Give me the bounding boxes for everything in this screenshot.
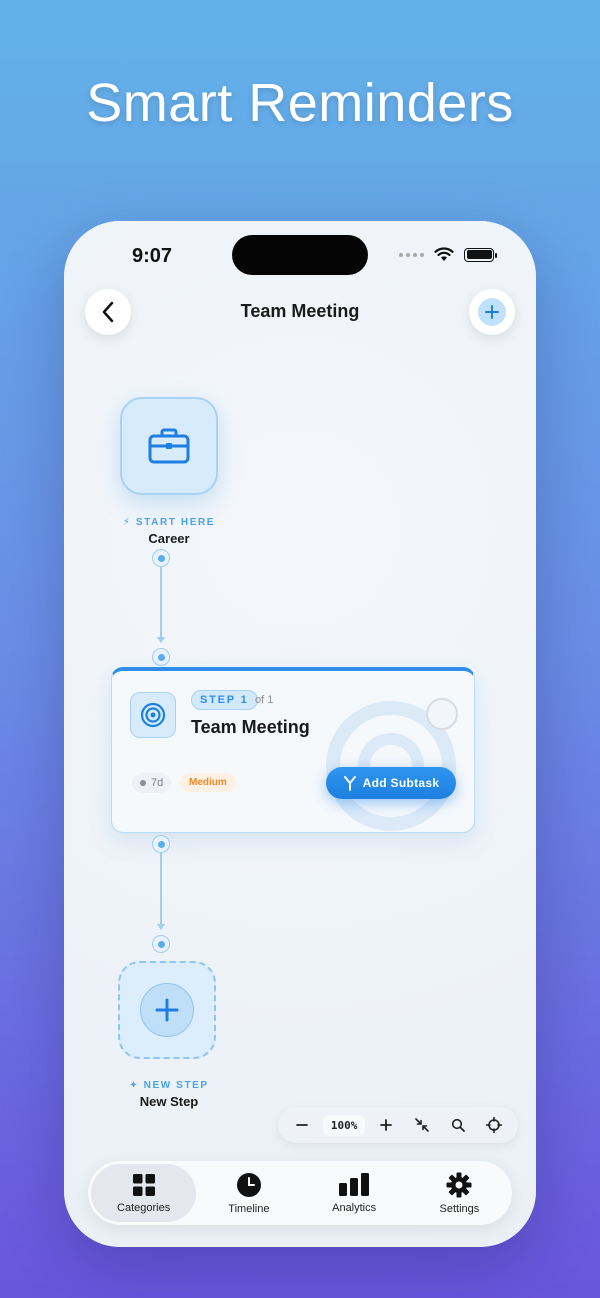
magnifier-icon bbox=[451, 1118, 465, 1132]
tab-timeline[interactable]: Timeline bbox=[196, 1164, 301, 1222]
zoom-level: 100% bbox=[322, 1114, 366, 1136]
add-button[interactable] bbox=[469, 289, 515, 335]
new-step-caption: ✦ NEW STEP New Step bbox=[64, 1080, 274, 1109]
zoom-in-button[interactable] bbox=[371, 1110, 401, 1140]
zoom-controls: 100% bbox=[278, 1107, 518, 1143]
connector-dot[interactable] bbox=[152, 648, 170, 666]
connector-arrow-icon bbox=[157, 924, 165, 930]
phone-frame: 9:07 Team Meeting ⚡ START HERE Career ST… bbox=[64, 221, 536, 1247]
collapse-arrows-icon bbox=[415, 1118, 429, 1132]
target-icon bbox=[140, 702, 166, 728]
add-subtask-label: Add Subtask bbox=[362, 776, 440, 790]
tab-bar: Categories Timeline Analytics Settings bbox=[88, 1161, 512, 1225]
tab-settings[interactable]: Settings bbox=[407, 1164, 512, 1222]
zoom-fit-button[interactable] bbox=[443, 1110, 473, 1140]
step-title: Team Meeting bbox=[191, 717, 310, 737]
tab-analytics[interactable]: Analytics bbox=[302, 1164, 407, 1222]
zoom-out-button[interactable] bbox=[287, 1110, 317, 1140]
connector-dot[interactable] bbox=[152, 935, 170, 953]
dynamic-island bbox=[232, 235, 368, 275]
sparkle-icon: ✦ bbox=[129, 1080, 140, 1091]
tab-categories[interactable]: Categories bbox=[91, 1164, 197, 1222]
step-icon bbox=[130, 692, 176, 738]
clock-icon bbox=[236, 1172, 261, 1197]
duration-chip: 7d bbox=[132, 773, 172, 793]
branch-icon bbox=[343, 776, 356, 791]
add-subtask-button[interactable]: Add Subtask bbox=[326, 767, 456, 799]
tab-label: Timeline bbox=[228, 1202, 270, 1215]
connector-dot[interactable] bbox=[152, 549, 170, 567]
dot-icon bbox=[140, 780, 146, 786]
tab-label: Analytics bbox=[332, 1201, 377, 1214]
status-time: 9:07 bbox=[132, 245, 173, 267]
plus-icon bbox=[485, 305, 499, 319]
plus-icon bbox=[155, 998, 179, 1022]
crosshair-icon bbox=[485, 1117, 502, 1133]
connector-line bbox=[160, 567, 162, 641]
wifi-icon bbox=[434, 247, 454, 261]
nav-bar: Team Meeting bbox=[64, 287, 536, 343]
connector-dot[interactable] bbox=[152, 835, 170, 853]
start-here-label: START HERE bbox=[135, 517, 216, 528]
collapse-button[interactable] bbox=[407, 1110, 437, 1140]
start-node-label: Career bbox=[148, 531, 190, 546]
signal-dots-icon bbox=[399, 252, 424, 257]
plus-icon bbox=[380, 1119, 393, 1131]
bar-chart-icon bbox=[339, 1172, 370, 1196]
recenter-button[interactable] bbox=[479, 1110, 509, 1140]
step-badge: STEP 1 bbox=[191, 690, 258, 710]
battery-icon bbox=[464, 247, 497, 262]
connector-arrow-icon bbox=[157, 637, 165, 643]
new-step-label: New Step bbox=[139, 1094, 199, 1109]
duration-label: 7d bbox=[151, 777, 164, 789]
minus-icon bbox=[296, 1124, 308, 1126]
grid-icon bbox=[132, 1173, 155, 1196]
connector-line bbox=[160, 853, 162, 927]
status-icons bbox=[399, 247, 497, 262]
gear-icon bbox=[446, 1172, 472, 1197]
start-node[interactable] bbox=[120, 397, 218, 495]
new-step-node[interactable] bbox=[118, 961, 216, 1059]
start-node-caption: ⚡ START HERE Career bbox=[64, 517, 274, 546]
bolt-icon: ⚡ bbox=[122, 517, 132, 528]
hero-title: Smart Reminders bbox=[86, 73, 514, 133]
priority-chip: Medium bbox=[180, 773, 236, 792]
complete-checkbox[interactable] bbox=[426, 698, 458, 730]
new-step-small-label: NEW STEP bbox=[143, 1080, 209, 1091]
tab-label: Categories bbox=[117, 1201, 171, 1214]
briefcase-icon bbox=[148, 428, 190, 464]
tab-label: Settings bbox=[439, 1202, 480, 1215]
step-count: of 1 bbox=[255, 694, 274, 706]
page-title: Team Meeting bbox=[240, 301, 360, 321]
step-card[interactable]: STEP 1 of 1 Team Meeting 7d Medium Add S… bbox=[111, 667, 475, 833]
